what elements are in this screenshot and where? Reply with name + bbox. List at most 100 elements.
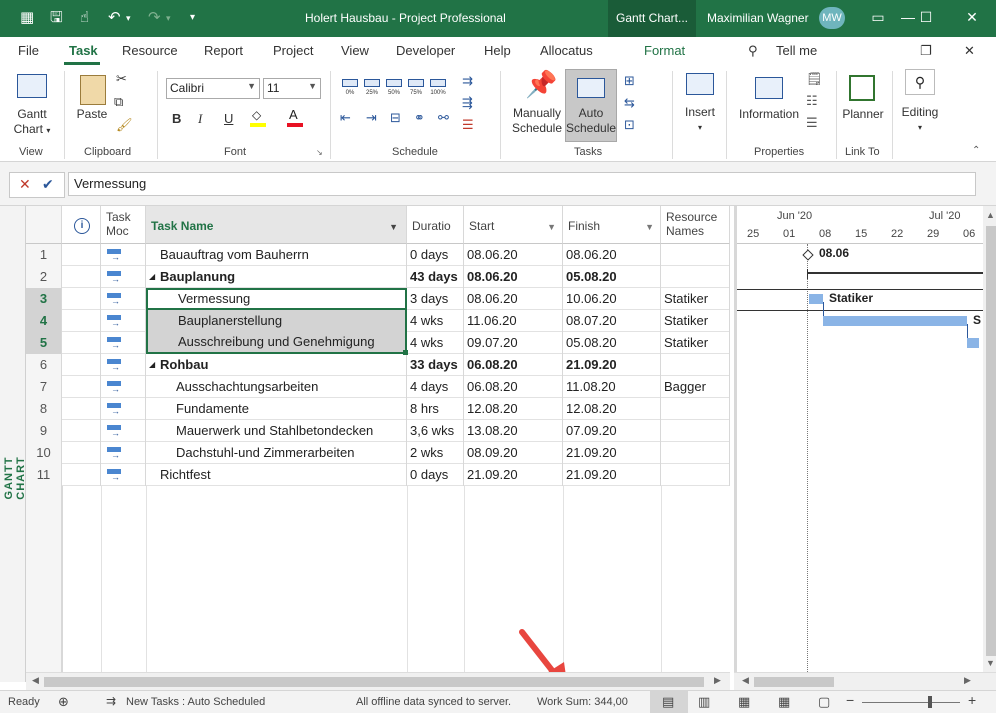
start-cell[interactable]: 09.07.20 [464, 332, 563, 354]
column-resource-names[interactable]: Resource Names [661, 206, 730, 244]
tab-task[interactable]: Task [69, 43, 98, 58]
select-all-corner[interactable] [26, 206, 62, 244]
highlight-color-icon[interactable]: ◇ [248, 108, 268, 129]
row-number[interactable]: 1 [26, 244, 62, 266]
finish-cell[interactable]: 08.07.20 [563, 310, 661, 332]
row-number[interactable]: 11 [26, 464, 62, 486]
scrollbar-thumb[interactable] [44, 677, 704, 687]
inactivate-icon[interactable]: ☰ [462, 117, 474, 133]
indicator-cell[interactable] [62, 442, 101, 464]
task-mode-cell[interactable]: → [101, 398, 146, 420]
indicator-cell[interactable] [62, 332, 101, 354]
italic-button[interactable]: I [198, 111, 202, 127]
font-dialog-launcher-icon[interactable]: ↘ [316, 148, 323, 157]
scroll-right-icon[interactable]: ▶ [964, 675, 971, 686]
finish-cell[interactable]: 12.08.20 [563, 398, 661, 420]
task-mode-cell[interactable]: → [101, 376, 146, 398]
gantt-vertical-scrollbar[interactable]: ▲ ▼ [983, 206, 996, 672]
search-icon[interactable]: ⚲ [748, 43, 758, 59]
table-row[interactable]: 11 → Richtfest 0 days 21.09.20 21.09.20 [26, 464, 730, 486]
table-row[interactable]: 10 → Dachstuhl-und Zimmerarbeiten 2 wks 08.0… [26, 442, 730, 464]
summary-bar[interactable] [807, 272, 996, 274]
font-size-select[interactable]: 11 ▼ [263, 78, 321, 99]
tab-resource[interactable]: Resource [122, 43, 178, 58]
maximize-icon[interactable]: ☐ [916, 9, 936, 26]
gantt-view-button[interactable]: ▤ [650, 691, 688, 713]
finish-cell[interactable]: 07.09.20 [563, 420, 661, 442]
zoom-in-icon[interactable]: + [968, 692, 976, 708]
start-cell[interactable]: 12.08.20 [464, 398, 563, 420]
resource-cell[interactable]: Statiker [661, 288, 730, 310]
percent-complete-4-button[interactable]: 100% [428, 77, 448, 103]
task-name-cell[interactable]: Fundamente [146, 398, 407, 420]
format-painter-icon[interactable]: 🖌 [116, 117, 133, 133]
column-task-mode[interactable]: Task Moc [101, 206, 146, 244]
task-mode-cell[interactable]: → [101, 464, 146, 486]
finish-cell[interactable]: 11.08.20 [563, 376, 661, 398]
bold-button[interactable]: B [172, 111, 181, 126]
task-bar[interactable] [809, 294, 823, 304]
start-cell[interactable]: 08.06.20 [464, 288, 563, 310]
zoom-slider[interactable] [862, 702, 960, 703]
duration-cell[interactable]: 4 days [407, 376, 464, 398]
start-cell[interactable]: 21.09.20 [464, 464, 563, 486]
task-bar[interactable] [967, 338, 979, 348]
table-row[interactable]: 2 → ◢ Bauplanung 43 days 08.06.20 05.08.20 [26, 266, 730, 288]
percent-complete-0-button[interactable]: 0% [340, 77, 360, 103]
close-document-icon[interactable]: ✕ [964, 43, 975, 59]
save-icon[interactable]: 🖫 [50, 8, 63, 28]
duration-cell[interactable]: 4 wks [407, 332, 464, 354]
mode-icon[interactable]: ⊡ [624, 117, 635, 133]
finish-cell[interactable]: 21.09.20 [563, 354, 661, 376]
task-mode-cell[interactable]: → [101, 310, 146, 332]
task-mode-cell[interactable]: → [101, 244, 146, 266]
row-number[interactable]: 7 [26, 376, 62, 398]
new-tasks-mode[interactable]: New Tasks : Auto Scheduled [126, 696, 265, 708]
editing-button[interactable]: Editing ▾ [896, 105, 944, 133]
indent-icon[interactable]: ⇥ [366, 110, 377, 126]
row-number[interactable]: 5 [26, 332, 62, 354]
tab-file[interactable]: File [18, 43, 39, 58]
filter-dropdown-icon[interactable]: ▼ [645, 220, 654, 234]
link-tasks-icon[interactable]: ⚭ [414, 110, 425, 126]
tab-report[interactable]: Report [204, 43, 243, 58]
close-icon[interactable]: ✕ [962, 9, 982, 26]
scroll-down-icon[interactable]: ▼ [986, 658, 995, 668]
milestone-marker[interactable] [802, 249, 814, 261]
tab-help[interactable]: Help [484, 43, 511, 58]
user-name[interactable]: Maximilian Wagner [707, 11, 809, 25]
manually-schedule-button[interactable]: Manually Schedule [508, 106, 566, 136]
resource-cell[interactable] [661, 442, 730, 464]
task-name-cell[interactable]: ◢ Bauplanung [146, 266, 407, 288]
percent-complete-3-button[interactable]: 75% [406, 77, 426, 103]
resource-cell[interactable]: Statiker [661, 310, 730, 332]
scrollbar-thumb[interactable] [754, 677, 834, 687]
finish-cell[interactable]: 05.08.20 [563, 266, 661, 288]
tab-project[interactable]: Project [273, 43, 313, 58]
restore-window-icon[interactable]: ❐ [920, 43, 932, 59]
tab-developer[interactable]: Developer [396, 43, 455, 58]
task-name-cell[interactable]: Ausschachtungsarbeiten [146, 376, 407, 398]
underline-button[interactable]: U [224, 111, 233, 126]
filter-dropdown-icon[interactable]: ▼ [547, 220, 556, 234]
add-to-timeline-icon[interactable]: ☰ [806, 115, 818, 131]
resource-sheet-icon[interactable]: ▦ [778, 694, 790, 710]
resource-cell[interactable] [661, 354, 730, 376]
table-row[interactable]: 1 → Bauauftrag vom Bauherrn 0 days 08.06.20 0… [26, 244, 730, 266]
start-cell[interactable]: 06.08.20 [464, 376, 563, 398]
indicator-cell[interactable] [62, 398, 101, 420]
task-name-cell[interactable]: Bauplanerstellung [146, 310, 407, 332]
task-name-cell[interactable]: ◢ Rohbau [146, 354, 407, 376]
context-tab-gantt[interactable]: Gantt Chart... [608, 0, 696, 37]
duration-cell[interactable]: 43 days [407, 266, 464, 288]
minimize-icon[interactable]: — [898, 9, 918, 25]
table-row[interactable]: 3 → Vermessung 3 days 08.06.20 10.06.20 Statik… [26, 288, 730, 310]
finish-cell[interactable]: 05.08.20 [563, 332, 661, 354]
outdent-icon[interactable]: ⇤ [340, 110, 351, 126]
zoom-slider-thumb[interactable] [928, 696, 932, 708]
indicator-cell[interactable] [62, 288, 101, 310]
font-color-icon[interactable]: A [285, 107, 305, 129]
unlink-tasks-icon[interactable]: ⚯ [438, 110, 449, 126]
task-name-cell[interactable]: Mauerwerk und Stahlbetondecken [146, 420, 407, 442]
finish-cell[interactable]: 10.06.20 [563, 288, 661, 310]
